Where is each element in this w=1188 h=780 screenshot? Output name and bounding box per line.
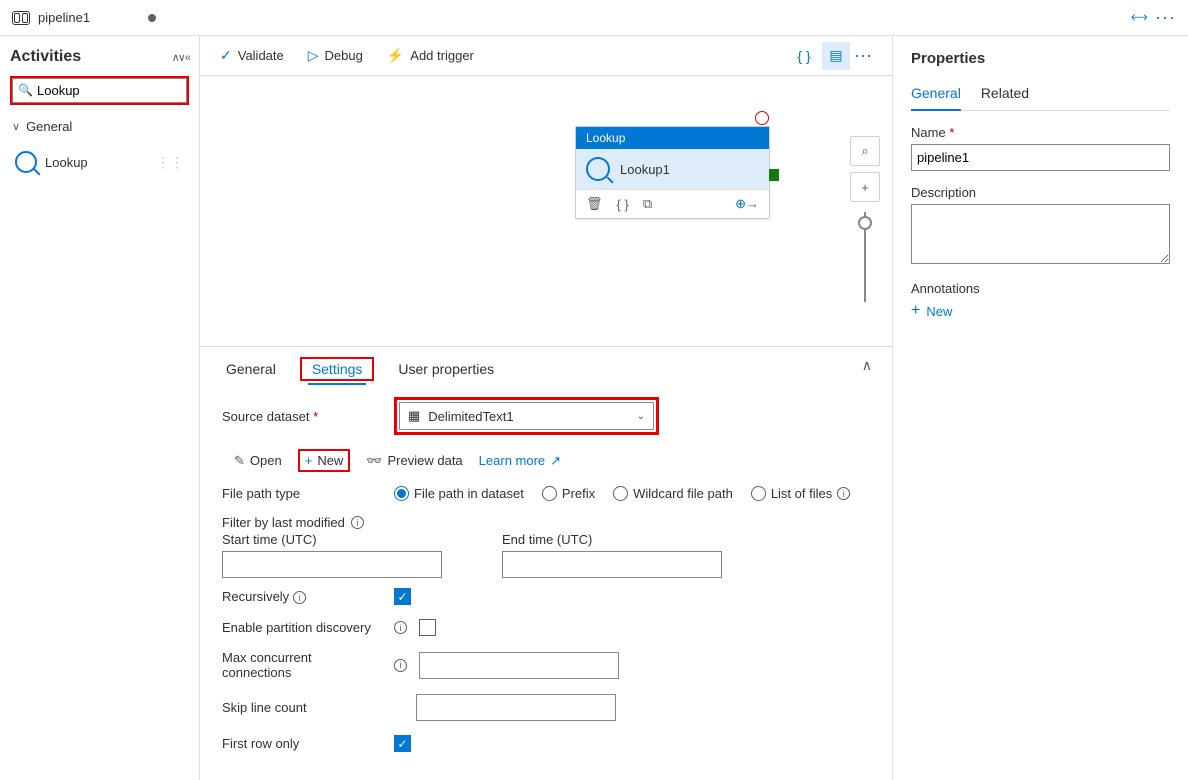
radio-list-of-files[interactable]: List of files i [751,486,850,501]
code-icon[interactable]: { } [617,197,629,212]
learn-more-link[interactable]: Learn more ↗ [479,453,561,469]
activities-search-input[interactable] [12,78,187,103]
validation-marker-icon [755,111,769,125]
dataset-selected-value: DelimitedText1 [428,409,513,424]
recursively-label: Recursively i [222,589,382,605]
activity-type-label: Lookup [576,127,769,149]
pipeline-canvas[interactable]: Lookup Lookup1 🗑 { } ⧉ ⊕→ ⌕ + [200,76,892,346]
tab-settings[interactable]: Settings [308,355,367,385]
validate-button[interactable]: ✓Validate [220,47,284,64]
properties-toggle-button[interactable]: ▤ [822,42,850,70]
zoom-fit-button[interactable]: ⌕ [850,136,880,166]
first-row-only-label: First row only [222,736,382,751]
radio-prefix[interactable]: Prefix [542,486,595,501]
collapse-panel-icon[interactable]: ∧ [862,357,872,374]
toolbar-more-icon[interactable]: ··· [854,45,872,66]
chevron-down-icon: ∨ [12,120,20,133]
play-icon: ▷ [308,47,319,64]
editor-tab-bar: pipeline1 ⤢ ··· [0,0,1188,36]
max-concurrent-label: Max concurrent connections [222,650,382,680]
enable-partition-label: Enable partition discovery [222,620,382,635]
dataset-icon: ▦ [408,408,420,424]
lookup-icon [586,157,610,181]
expand-icon[interactable]: ⤢ [1128,7,1150,29]
pipeline-tab[interactable]: pipeline1 [12,10,156,25]
properties-heading: Properties [911,50,1170,67]
lookup-icon [15,151,37,173]
info-icon[interactable]: i [293,591,306,604]
info-icon[interactable]: i [837,487,850,500]
zoom-in-button[interactable]: + [850,172,880,202]
activities-heading: Activities [10,48,81,66]
edit-icon: ✎ [234,453,245,469]
success-connector[interactable] [769,169,779,181]
first-row-only-checkbox[interactable]: ✓ [394,735,411,752]
new-dataset-button[interactable]: +New [305,453,344,468]
recursively-checkbox[interactable]: ✓ [394,588,411,605]
properties-tab-general[interactable]: General [911,81,961,111]
name-field-label: Name * [911,125,1170,140]
json-view-button[interactable]: { } [790,42,818,70]
unsaved-indicator [148,14,156,22]
end-time-label: End time (UTC) [502,532,722,547]
activity-name: Lookup1 [620,162,670,177]
add-trigger-button[interactable]: ⚡Add trigger [387,47,474,64]
pipeline-toolbar: ✓Validate ▷Debug ⚡Add trigger { } ▤ ··· [200,36,892,76]
file-path-type-label: File path type [222,486,382,501]
delete-icon[interactable]: 🗑 [586,196,603,212]
description-field-label: Description [911,185,1170,200]
pipeline-tab-title: pipeline1 [38,10,90,25]
info-icon[interactable]: i [394,659,407,672]
skip-line-count-input[interactable] [416,694,616,721]
preview-data-button[interactable]: 👓Preview data [366,453,462,469]
collapse-sidebar-icon[interactable]: ∧∨ « [172,51,189,64]
lookup-activity-node[interactable]: Lookup Lookup1 🗑 { } ⧉ ⊕→ [575,126,770,219]
search-icon: 🔍 [18,83,33,97]
activities-sidebar: Activities ∧∨ « 🔍 ∨ General Lookup ⋮⋮ [0,36,200,780]
max-concurrent-input[interactable] [419,652,619,679]
radio-wildcard[interactable]: Wildcard file path [613,486,733,501]
info-icon[interactable]: i [351,516,364,529]
properties-panel: Properties General Related Name * Descri… [892,36,1188,780]
tab-general[interactable]: General [222,355,280,383]
pipeline-icon [12,11,30,25]
preview-icon: 👓 [366,453,382,469]
general-category-label: General [26,119,72,134]
activity-lookup[interactable]: Lookup ⋮⋮ [10,144,189,180]
filter-by-modified-label: Filter by last modified [222,515,345,530]
expand-activity-icon[interactable]: ⊕→ [735,196,759,212]
more-icon[interactable]: ··· [1155,7,1176,28]
tab-user-properties[interactable]: User properties [394,355,498,383]
plus-icon: + [911,302,920,320]
trigger-icon: ⚡ [387,47,404,64]
chevron-down-icon: ⌄ [637,411,645,422]
end-time-input[interactable] [502,551,722,578]
properties-tab-related[interactable]: Related [981,81,1029,110]
check-icon: ✓ [220,47,232,64]
annotations-label: Annotations [911,281,1170,296]
add-annotation-button[interactable]: +New [911,302,1170,320]
copy-icon[interactable]: ⧉ [643,196,652,212]
source-dataset-dropdown[interactable]: ▦ DelimitedText1 ⌄ [399,402,654,430]
enable-partition-checkbox[interactable] [419,619,436,636]
start-time-label: Start time (UTC) [222,532,442,547]
radio-file-path-in-dataset[interactable]: File path in dataset [394,486,524,501]
activity-lookup-label: Lookup [45,155,88,170]
activity-settings-panel: General Settings User properties ∧ Sourc… [200,346,892,780]
pipeline-name-input[interactable] [911,144,1170,171]
external-link-icon: ↗ [550,453,561,469]
general-category[interactable]: ∨ General [10,113,189,140]
drag-handle-icon: ⋮⋮ [156,154,184,171]
zoom-slider-thumb[interactable] [858,216,872,230]
zoom-slider[interactable] [864,212,866,302]
pipeline-description-input[interactable] [911,204,1170,264]
start-time-input[interactable] [222,551,442,578]
source-dataset-label: Source dataset * [222,409,382,424]
debug-button[interactable]: ▷Debug [308,47,363,64]
plus-icon: + [305,453,313,468]
open-dataset-button[interactable]: ✎Open [234,453,282,469]
info-icon[interactable]: i [394,621,407,634]
skip-line-count-label: Skip line count [222,700,382,715]
